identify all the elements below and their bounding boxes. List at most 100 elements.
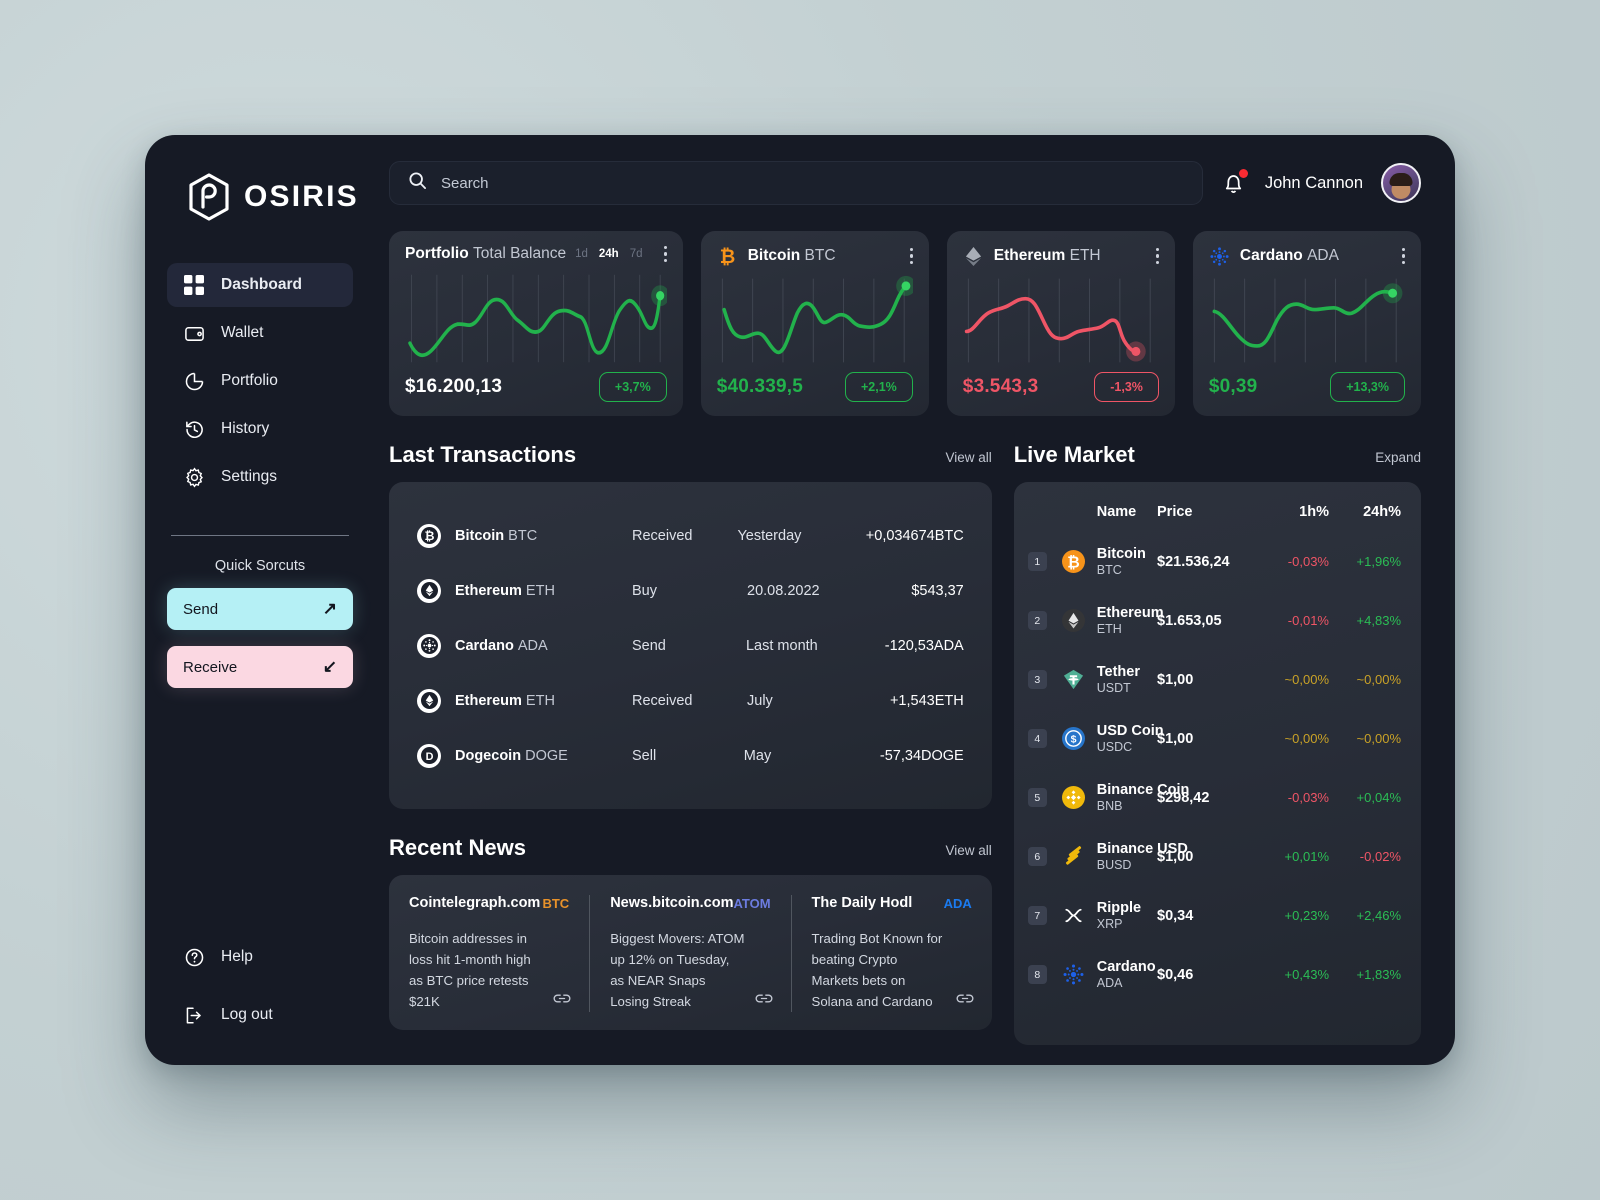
coin-ticker: BTC <box>1096 563 1122 577</box>
list-item[interactable]: Cointelegraph.com BTC Bitcoin addresses … <box>389 895 589 1012</box>
card-title: Bitcoin <box>747 247 801 264</box>
sidebar-item-label: History <box>221 420 270 437</box>
link-icon[interactable] <box>553 992 571 1010</box>
tx-date: May <box>743 747 772 764</box>
coin-name: Bitcoin <box>1096 546 1146 562</box>
coin-name: Binance USD <box>1096 841 1188 857</box>
coin-price: $1,00 <box>1157 730 1194 747</box>
news-source: The Daily Hodl <box>811 895 913 911</box>
coin-price: $1.653,05 <box>1157 612 1222 629</box>
table-row[interactable]: ₿ Bitcoin BTC Received Yesterday +0,0346… <box>417 508 964 563</box>
coin-ticker: BNB <box>1096 799 1123 813</box>
card-title: Ethereum <box>993 247 1066 264</box>
column-header-price: Price <box>1157 504 1193 520</box>
news-tag: BTC <box>542 895 570 911</box>
rank-badge: 2 <box>1027 611 1047 630</box>
price-card-cardano[interactable]: Cardano ADA $0,39 +13,3% <box>1192 231 1421 416</box>
market-expand-link[interactable]: Expand <box>1375 450 1421 465</box>
price-card-portfolio[interactable]: Portfolio Total Balance 1d 24h 7d $16.20… <box>389 231 683 416</box>
receive-button[interactable]: Receive ↙ <box>167 646 353 688</box>
range-24h[interactable]: 24h <box>599 248 619 260</box>
table-row[interactable]: 5 Binance Coin BNB $298,42 -0,03% +0,04% <box>1027 768 1401 827</box>
send-button[interactable]: Send ↗ <box>167 588 353 630</box>
left-column: Last Transactions View all ₿ Bitcoin BTC… <box>389 442 992 1045</box>
sidebar-item-wallet[interactable]: Wallet <box>167 311 353 355</box>
sidebar-item-help[interactable]: Help <box>167 935 353 979</box>
sidebar-item-logout[interactable]: Log out <box>167 993 353 1037</box>
tx-coin-name: Dogecoin <box>455 747 522 764</box>
table-row[interactable]: D Dogecoin DOGE Sell May -57,34DOGE <box>417 728 964 783</box>
arrow-down-left-icon: ↙ <box>322 657 337 676</box>
tether-icon <box>1062 668 1086 692</box>
table-row[interactable]: 2 Ethereum ETH $1.653,05 -0,01% +4,83% <box>1027 591 1401 650</box>
news-tag: ADA <box>943 895 972 911</box>
main-content: John Cannon Portfolio Total Balance 1d 2… <box>375 135 1455 1065</box>
table-row[interactable]: 7 Ripple XRP $0,34 +0,23% +2,46% <box>1027 886 1401 945</box>
ethereum-icon <box>1062 609 1086 633</box>
tx-coin-name: Ethereum <box>455 692 522 709</box>
coin-name: USD Coin <box>1096 723 1164 739</box>
card-change-badge: +2,1% <box>845 372 913 402</box>
table-row[interactable]: 1 ₿ Bitcoin BTC $21.536,24 -0,03% +1,96% <box>1027 532 1401 591</box>
grid-icon <box>183 274 205 296</box>
ripple-icon <box>1062 904 1086 928</box>
table-row[interactable]: 8 Cardano ADA $0,46 +0,43% +1,83% <box>1027 945 1401 1004</box>
range-7d[interactable]: 7d <box>630 248 643 260</box>
sidebar-item-portfolio[interactable]: Portfolio <box>167 359 353 403</box>
sidebar-item-settings[interactable]: Settings <box>167 455 353 499</box>
price-card-bitcoin[interactable]: ₿ Bitcoin BTC $40.339,5 +2,1% <box>700 231 929 416</box>
card-title: Cardano <box>1239 247 1303 264</box>
news-view-all-link[interactable]: View all <box>945 843 991 858</box>
link-icon[interactable] <box>755 992 773 1010</box>
sparkline-chart-portfolio <box>405 271 667 366</box>
card-menu-button[interactable] <box>1155 248 1159 264</box>
svg-text:₿: ₿ <box>1067 554 1080 571</box>
column-header-name: Name <box>1096 504 1137 520</box>
coin-24h-change: +4,83% <box>1356 613 1401 628</box>
table-row[interactable]: Cardano ADA Send Last month -120,53ADA <box>417 618 964 673</box>
link-icon[interactable] <box>956 992 974 1010</box>
brand-logo[interactable]: OSIRIS <box>187 173 357 221</box>
market-header: Live Market Expand <box>1014 442 1421 468</box>
coin-name: Cardano <box>1096 959 1156 975</box>
sidebar-item-history[interactable]: History <box>167 407 353 451</box>
table-row[interactable]: 3 Tether USDT $1,00 ~0,00% ~0,00% <box>1027 650 1401 709</box>
coin-price: $0,46 <box>1157 966 1194 983</box>
news-panel: Cointelegraph.com BTC Bitcoin addresses … <box>389 875 992 1031</box>
notifications-button[interactable] <box>1221 169 1248 196</box>
tx-amount: +1,543ETH <box>889 692 964 709</box>
list-item[interactable]: The Daily Hodl ADA Trading Bot Known for… <box>790 895 992 1013</box>
sidebar-item-label: Log out <box>221 1006 273 1023</box>
transactions-panel: ₿ Bitcoin BTC Received Yesterday +0,0346… <box>389 482 992 809</box>
table-row[interactable]: Ethereum ETH Buy 20.08.2022 $543,37 <box>417 563 964 618</box>
search-bar[interactable] <box>389 161 1203 205</box>
sparkline-chart-ethereum <box>963 275 1159 366</box>
table-row[interactable]: 4 $ USD Coin USDC $1,00 ~0,00% ~0,00% <box>1027 709 1401 768</box>
tx-date: Last month <box>745 637 818 654</box>
card-menu-button[interactable] <box>663 246 667 262</box>
pie-chart-icon <box>183 370 205 392</box>
transactions-view-all-link[interactable]: View all <box>945 450 991 465</box>
search-input[interactable] <box>441 174 1184 192</box>
rank-badge: 6 <box>1027 847 1047 866</box>
price-card-ethereum[interactable]: Ethereum ETH $3.543,3 -1,3% <box>946 231 1175 416</box>
rank-badge: 8 <box>1027 965 1047 984</box>
sidebar-item-dashboard[interactable]: Dashboard <box>167 263 353 307</box>
card-menu-button[interactable] <box>1401 248 1405 264</box>
coin-1h-change: -0,03% <box>1287 790 1329 805</box>
question-circle-icon <box>183 946 205 968</box>
list-item[interactable]: News.bitcoin.com ATOM Biggest Movers: AT… <box>589 895 790 1013</box>
bitcoin-icon: ₿ <box>1062 550 1086 574</box>
card-price: $3.543,3 <box>962 376 1039 397</box>
table-row[interactable]: Ethereum ETH Received July +1,543ETH <box>417 673 964 728</box>
news-source: News.bitcoin.com <box>610 895 734 911</box>
coin-1h-change: -0,01% <box>1287 613 1329 628</box>
range-1d[interactable]: 1d <box>575 248 588 260</box>
rank-badge: 5 <box>1027 788 1047 807</box>
card-change-badge: +3,7% <box>598 372 667 402</box>
coin-24h-change: ~0,00% <box>1356 672 1401 687</box>
tx-type: Buy <box>632 582 657 599</box>
avatar[interactable] <box>1381 163 1421 203</box>
table-row[interactable]: 6 Binance USD BUSD $1,00 +0,01% -0,02% <box>1027 827 1401 886</box>
card-menu-button[interactable] <box>909 248 913 264</box>
